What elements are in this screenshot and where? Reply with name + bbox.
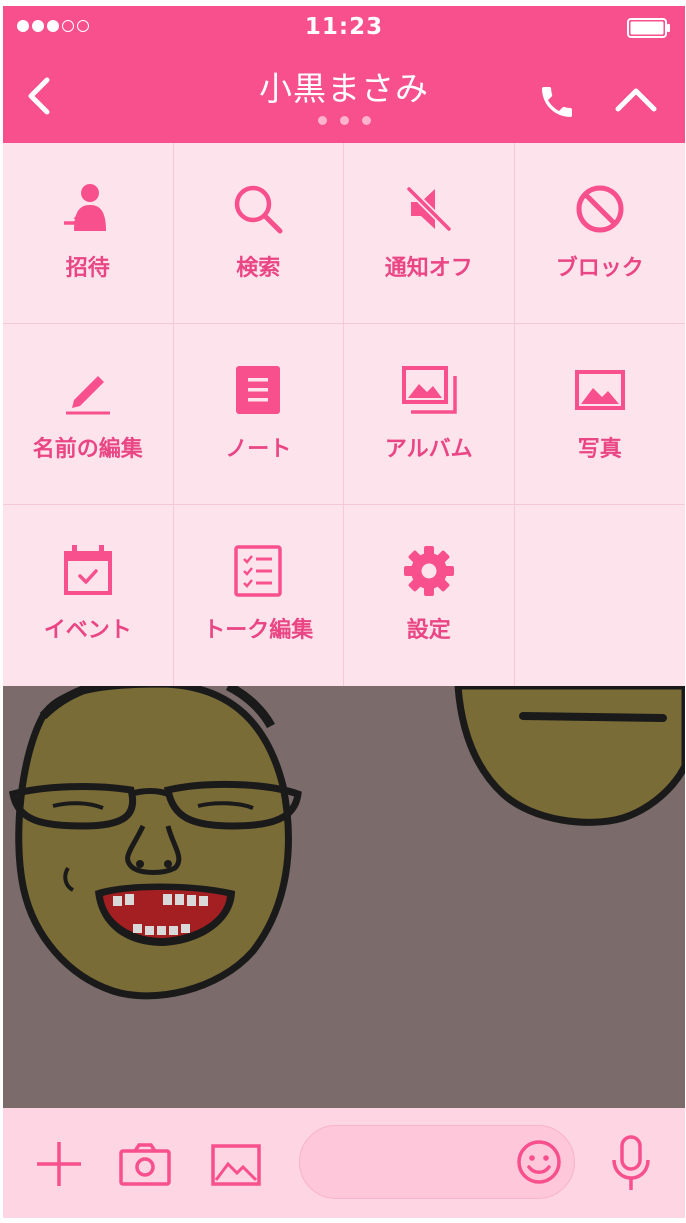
image-icon[interactable] [211,1144,261,1186]
menu-item-label: 名前の編集 [32,437,143,462]
checklist-icon [228,545,288,597]
menu-item-block[interactable]: ブロック [514,143,685,324]
block-icon [570,183,630,235]
status-time: 11:23 [304,14,384,40]
chevron-up-icon[interactable] [613,82,659,116]
emoji-icon[interactable] [516,1139,562,1185]
menu-item-event[interactable]: イベント [3,505,174,686]
menu-item-label: 検索 [236,256,281,281]
message-input-bar [3,1108,685,1218]
menu-item-search[interactable]: 検索 [173,143,344,324]
mute-icon [399,183,459,235]
gear-icon [399,545,459,597]
menu-item-label: 写真 [577,437,622,462]
menu-item-album[interactable]: アルバム [344,324,515,505]
menu-item-edit-talk[interactable]: トーク編集 [174,505,344,686]
menu-item-invite[interactable]: 招待 [3,143,174,324]
calendar-icon [58,545,118,597]
plus-icon[interactable] [35,1140,83,1188]
header-bar: 11:23 小黒まさみ [3,6,685,143]
chat-background-illustration [3,680,685,1108]
battery-icon [627,18,670,38]
menu-item-label: アルバム [384,437,473,462]
menu-item-note[interactable]: ノート [173,324,344,505]
menu-item-label: 通知オフ [384,256,473,281]
page-indicator [3,116,685,125]
menu-item-label: 設定 [406,618,451,643]
microphone-icon[interactable] [609,1134,653,1192]
menu-item-label: ノート [225,437,292,462]
menu-item-label: イベント [43,618,132,643]
menu-item-settings[interactable]: 設定 [344,505,515,686]
nav-bar: 小黒まさみ [3,50,685,143]
chat-title: 小黒まさみ [259,69,429,108]
search-icon [228,183,288,235]
pencil-icon [58,364,118,416]
phone-screen: 11:23 小黒まさみ 招待 検索 通知オフ ブロック 名前の編集 ノート アル… [3,6,685,1218]
menu-item-empty [515,505,686,686]
phone-icon[interactable] [537,82,577,122]
menu-item-label: 招待 [65,256,110,281]
album-icon [399,364,459,416]
note-icon [228,364,288,416]
chat-menu-grid: 招待 検索 通知オフ ブロック 名前の編集 ノート アルバム 写真 イベント ト… [3,143,685,686]
invite-icon [58,183,118,235]
message-input[interactable] [299,1125,575,1199]
menu-item-photo[interactable]: 写真 [514,324,685,505]
camera-icon[interactable] [119,1142,171,1186]
status-bar: 11:23 [3,6,685,50]
menu-item-label: ブロック [555,256,644,281]
menu-item-edit-name[interactable]: 名前の編集 [3,324,174,505]
photo-icon [570,364,630,416]
menu-item-label: トーク編集 [203,618,314,643]
menu-item-notifications-off[interactable]: 通知オフ [344,143,515,324]
